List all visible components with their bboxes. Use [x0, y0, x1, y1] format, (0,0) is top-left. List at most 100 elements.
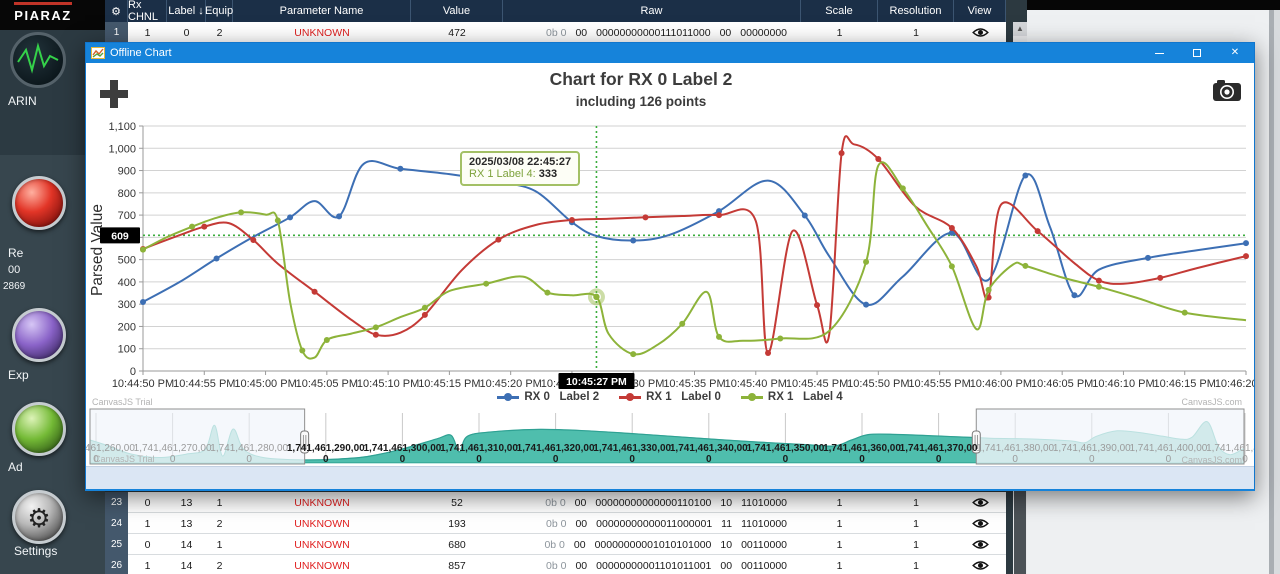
svg-text:0: 0 — [553, 454, 559, 465]
view-eye-icon[interactable] — [954, 492, 1006, 513]
resolution-cell: 1 — [878, 555, 954, 574]
value-cell: 857 — [411, 555, 503, 574]
svg-text:1,741,461,270,00: 1,741,461,270,00 — [134, 443, 212, 454]
svg-text:800: 800 — [118, 188, 136, 200]
row-number: 24 — [105, 513, 128, 534]
svg-text:0: 0 — [629, 454, 635, 465]
svg-text:0: 0 — [1012, 454, 1018, 465]
series-1 — [140, 136, 1249, 356]
column-header-parameter-name[interactable]: Parameter Name — [233, 0, 411, 22]
column-header-raw[interactable]: Raw — [503, 0, 801, 22]
maximize-icon — [1193, 49, 1201, 57]
minimize-icon — [1155, 53, 1164, 54]
svg-text:1,741,461,280,00: 1,741,461,280,00 — [210, 443, 288, 454]
watermark-trial-top: CanvasJS Trial — [92, 397, 153, 407]
scale-cell: 1 — [801, 555, 878, 574]
column-header-equip[interactable]: Equip — [206, 0, 233, 22]
table-gear-icon[interactable]: ⚙ — [105, 0, 128, 22]
raw-cell: 0b 000000000000000110000011111010000 — [503, 513, 801, 534]
svg-text:10:45:55 PM: 10:45:55 PM — [908, 378, 970, 390]
legend-marker-icon — [619, 393, 641, 402]
view-eye-icon[interactable] — [954, 555, 1006, 574]
column-header-scale[interactable]: Scale — [801, 0, 878, 22]
rx-chnl-cell: 0 — [128, 492, 167, 513]
parameter-name-cell: UNKNOWN — [233, 534, 411, 555]
scrollbar-thumb[interactable] — [1014, 490, 1026, 574]
svg-text:10:46:10 PM: 10:46:10 PM — [1092, 378, 1154, 390]
svg-text:1,741,461,380,00: 1,741,461,380,00 — [976, 443, 1054, 454]
legend-item-1[interactable]: RX 1 Label 0 — [619, 391, 721, 403]
close-button[interactable]: ✕ — [1216, 43, 1254, 63]
column-header-view[interactable]: View — [954, 0, 1006, 22]
resolution-cell: 1 — [878, 22, 954, 43]
parameter-name-cell: UNKNOWN — [233, 555, 411, 574]
raw-cell: 0b 000000000000011010110010000110000 — [503, 555, 801, 574]
range-navigator[interactable]: 1,741,461,260,0001,741,461,270,0001,741,… — [86, 409, 1254, 465]
equip-cell: 2 — [206, 513, 233, 534]
add-button[interactable] — [12, 402, 66, 456]
modal-bottom-strip — [86, 466, 1254, 489]
label-cell: 14 — [167, 555, 206, 574]
tooltip-series-value: RX 1 Label 4: 333 — [469, 168, 571, 180]
legend-marker-icon — [741, 393, 763, 402]
gear-sphere-icon: ⚙ — [27, 503, 50, 533]
table-row[interactable]: 1102UNKNOWN4720b 00000000000000111011000… — [105, 22, 1006, 43]
settings-label: Settings — [0, 544, 57, 558]
label-cell: 14 — [167, 534, 206, 555]
label-cell: 0 — [167, 22, 206, 43]
window-edge-line — [1269, 10, 1274, 574]
column-header-rx-chnl[interactable]: Rx CHNL — [128, 0, 167, 22]
svg-text:10:46:20 PM: 10:46:20 PM — [1215, 378, 1254, 390]
minimize-button[interactable] — [1140, 43, 1178, 63]
table-row[interactable]: 230131UNKNOWN520b 0000000000000000011010… — [105, 492, 1006, 513]
table-row[interactable]: 241132UNKNOWN1930b 000000000000000110000… — [105, 513, 1006, 534]
svg-text:400: 400 — [118, 277, 136, 289]
svg-text:10:45:10 PM: 10:45:10 PM — [357, 378, 419, 390]
value-cell: 472 — [411, 22, 503, 43]
window-title: Offline Chart — [110, 47, 1140, 59]
right-panel-top-bar — [1027, 0, 1280, 10]
maximize-button[interactable] — [1178, 43, 1216, 63]
screen: ⚙Rx CHNLLabel ↓EquipParameter NameValueR… — [0, 0, 1280, 574]
table-header-row: ⚙Rx CHNLLabel ↓EquipParameter NameValueR… — [105, 0, 1006, 22]
table-row[interactable]: 250141UNKNOWN6800b 000000000000010101010… — [105, 534, 1006, 555]
svg-text:0: 0 — [170, 454, 176, 465]
column-header-resolution[interactable]: Resolution — [878, 0, 954, 22]
export-button[interactable] — [12, 308, 66, 362]
legend-item-0[interactable]: RX 0 Label 2 — [497, 391, 599, 403]
logo-text: PIARAZ — [0, 8, 86, 23]
logo-accent-bar — [14, 2, 72, 5]
record-label: Re — [0, 246, 23, 260]
add-label: Ad — [0, 460, 23, 474]
rx-chnl-cell: 0 — [128, 534, 167, 555]
window-titlebar[interactable]: Offline Chart ✕ — [86, 43, 1254, 63]
tooltip: 2025/03/08 22:45:27 RX 1 Label 4: 333 — [460, 151, 580, 186]
parameter-name-cell: UNKNOWN — [233, 492, 411, 513]
legend-item-2[interactable]: RX 1 Label 4 — [741, 391, 843, 403]
label-cell: 13 — [167, 513, 206, 534]
record-button[interactable] — [12, 176, 66, 230]
table-row[interactable]: 261142UNKNOWN8570b 000000000000011010110… — [105, 555, 1006, 574]
view-eye-icon[interactable] — [954, 22, 1006, 43]
row-number: 26 — [105, 555, 128, 574]
legend-label: RX 1 Label 0 — [646, 391, 721, 403]
column-header-value[interactable]: Value — [411, 0, 503, 22]
legend-marker-icon — [497, 393, 519, 402]
svg-text:1,100: 1,100 — [108, 121, 136, 133]
equip-cell: 2 — [206, 22, 233, 43]
arinc-button[interactable] — [10, 32, 66, 88]
settings-button[interactable]: ⚙ — [12, 490, 66, 544]
raw-cell: 0b 000000000000000001101001011010000 — [503, 492, 801, 513]
svg-text:10:44:55 PM: 10:44:55 PM — [173, 378, 235, 390]
view-eye-icon[interactable] — [954, 534, 1006, 555]
scrollbar-up-icon[interactable]: ▲ — [1013, 22, 1027, 36]
rx-chnl-cell: 1 — [128, 513, 167, 534]
svg-text:10:45:50 PM: 10:45:50 PM — [847, 378, 909, 390]
svg-text:1,741,461,290,00: 1,741,461,290,00 — [287, 443, 365, 454]
svg-text:1,741,461,330,00: 1,741,461,330,00 — [593, 443, 671, 454]
sidebar-item-arinc-label: ARIN — [0, 94, 37, 108]
column-header-label-[interactable]: Label ↓ — [167, 0, 206, 22]
svg-text:0: 0 — [1242, 454, 1248, 465]
view-eye-icon[interactable] — [954, 513, 1006, 534]
value-cell: 193 — [411, 513, 503, 534]
